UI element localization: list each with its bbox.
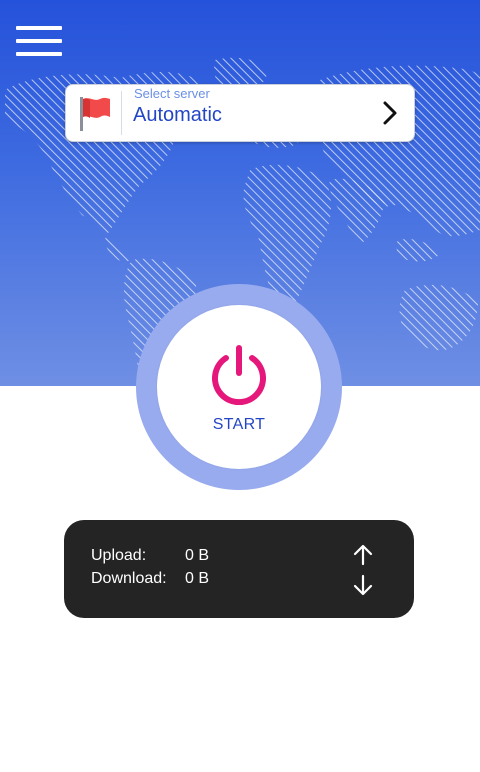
server-hint: Select server: [134, 86, 210, 101]
upload-label: Upload:: [91, 547, 147, 564]
red-flag-icon: [80, 97, 110, 131]
download-value: 0 B: [185, 570, 210, 587]
start-label: START: [212, 416, 266, 433]
arrow-down-icon: [353, 574, 373, 596]
menu-line: [16, 26, 62, 30]
menu-line: [16, 39, 62, 43]
server-selector[interactable]: Select server Automatic: [65, 84, 415, 142]
traffic-stats-panel: Upload: 0 B Download: 0 B: [64, 520, 414, 618]
download-label: Download:: [91, 570, 167, 587]
selected-server: Automatic: [133, 104, 222, 126]
arrow-up-icon: [353, 544, 373, 566]
upload-value: 0 B: [185, 547, 210, 564]
hamburger-menu-icon[interactable]: [16, 26, 62, 58]
menu-line: [16, 52, 62, 56]
chevron-right-icon: [383, 101, 397, 125]
start-button[interactable]: START: [157, 305, 321, 469]
power-icon: [212, 345, 266, 405]
card-divider: [121, 91, 122, 135]
